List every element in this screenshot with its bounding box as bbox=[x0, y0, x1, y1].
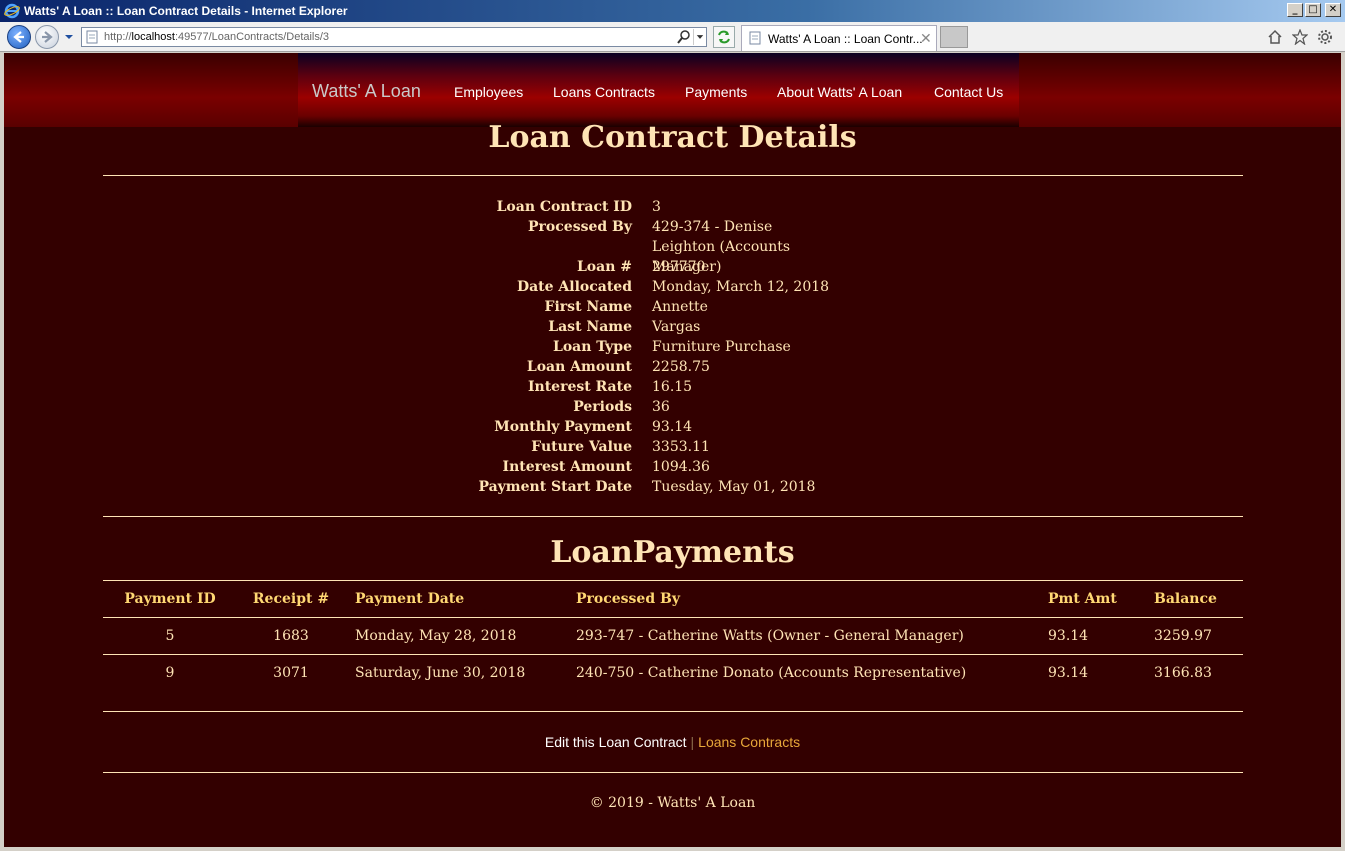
detail-label: Loan Type bbox=[552, 339, 632, 355]
detail-label: Payment Start Date bbox=[478, 479, 632, 495]
forward-button[interactable] bbox=[35, 25, 59, 49]
internet-explorer-icon bbox=[4, 3, 20, 19]
column-header-receipt: Receipt # bbox=[252, 591, 330, 607]
arrow-right-icon bbox=[42, 31, 53, 43]
page-viewport: Watts' A Loan Employees Loans Contracts … bbox=[4, 53, 1341, 847]
search-icon[interactable] bbox=[676, 29, 692, 45]
detail-value: 3353.11 bbox=[652, 439, 710, 455]
detail-label: Monthly Payment bbox=[494, 419, 632, 435]
url-path: :49577/LoanContracts/Details/3 bbox=[174, 31, 330, 43]
detail-label: Interest Amount bbox=[502, 459, 632, 475]
maximize-button[interactable]: □ bbox=[1305, 3, 1321, 17]
tab-title: Watts' A Loan :: Loan Contr... bbox=[768, 32, 923, 46]
window-title: Watts' A Loan :: Loan Contract Details -… bbox=[24, 4, 348, 18]
detail-value: Monday, March 12, 2018 bbox=[652, 279, 830, 295]
refresh-icon bbox=[718, 30, 730, 44]
detail-label: Loan Contract ID bbox=[496, 199, 632, 215]
url-text[interactable]: http://localhost:49577/LoanContracts/Det… bbox=[104, 28, 329, 46]
back-to-list-link[interactable]: Loans Contracts bbox=[698, 734, 800, 750]
brand-link[interactable]: Watts' A Loan bbox=[312, 81, 421, 102]
nav-payments[interactable]: Payments bbox=[685, 84, 747, 100]
edit-contract-link[interactable]: Edit this Loan Contract bbox=[545, 734, 687, 750]
action-links: Edit this Loan Contract | Loans Contracts bbox=[4, 734, 1341, 750]
address-dropdown-icon[interactable] bbox=[693, 29, 706, 45]
nav-loans-contracts[interactable]: Loans Contracts bbox=[553, 84, 655, 100]
detail-value: 3 bbox=[652, 199, 661, 215]
link-separator: | bbox=[690, 734, 695, 750]
url-host: localhost bbox=[131, 31, 175, 43]
browser-toolbar: http://localhost:49577/LoanContracts/Det… bbox=[0, 22, 1345, 52]
detail-value: 297770 bbox=[652, 259, 706, 275]
column-header-payment-id: Payment ID bbox=[124, 591, 216, 607]
page-icon bbox=[86, 30, 98, 44]
table-header-border bbox=[103, 617, 1243, 618]
url-prefix: http:// bbox=[104, 31, 132, 43]
detail-value: 36 bbox=[652, 399, 670, 415]
divider bbox=[103, 516, 1243, 517]
cell-processed-by: 293-747 - Catherine Watts (Owner - Gener… bbox=[576, 628, 964, 644]
favorites-star-icon[interactable] bbox=[1292, 29, 1308, 45]
detail-value: 2258.75 bbox=[652, 359, 710, 375]
detail-label: Date Allocated bbox=[516, 279, 632, 295]
detail-label: Interest Rate bbox=[527, 379, 632, 395]
page-icon bbox=[749, 31, 761, 45]
table-top-border bbox=[103, 580, 1243, 581]
detail-value: Furniture Purchase bbox=[652, 339, 791, 355]
nav-about[interactable]: About Watts' A Loan bbox=[777, 84, 902, 100]
minimize-button[interactable]: _ bbox=[1287, 3, 1303, 17]
nav-contact[interactable]: Contact Us bbox=[934, 84, 1003, 100]
detail-value: 93.14 bbox=[652, 419, 693, 435]
column-header-processed-by: Processed By bbox=[576, 591, 680, 607]
table-row-border bbox=[103, 654, 1243, 655]
detail-value: 1094.36 bbox=[652, 459, 710, 475]
cell-pmt-amt: 93.14 bbox=[1048, 665, 1089, 681]
site-navbar: Watts' A Loan Employees Loans Contracts … bbox=[298, 53, 1019, 127]
cell-balance: 3259.97 bbox=[1154, 628, 1212, 644]
detail-label: Processed By bbox=[528, 219, 632, 235]
tab-close-icon[interactable]: ✕ bbox=[920, 26, 932, 50]
cell-payment-id: 9 bbox=[165, 665, 175, 681]
new-tab-button[interactable] bbox=[940, 26, 968, 48]
detail-label: First Name bbox=[544, 299, 632, 315]
nav-employees[interactable]: Employees bbox=[454, 84, 523, 100]
browser-tab[interactable]: Watts' A Loan :: Loan Contr... ✕ bbox=[741, 25, 937, 51]
address-bar[interactable]: http://localhost:49577/LoanContracts/Det… bbox=[81, 27, 707, 47]
detail-label: Loan Amount bbox=[526, 359, 632, 375]
detail-label: Future Value bbox=[531, 439, 632, 455]
gear-icon[interactable] bbox=[1317, 29, 1333, 45]
column-header-payment-date: Payment Date bbox=[355, 591, 465, 607]
payments-heading: LoanPayments bbox=[550, 535, 795, 570]
close-window-button[interactable]: ✕ bbox=[1325, 3, 1341, 17]
back-button[interactable] bbox=[7, 25, 31, 49]
cell-receipt: 1683 bbox=[273, 628, 309, 644]
detail-label: Last Name bbox=[548, 319, 632, 335]
window-titlebar: Watts' A Loan :: Loan Contract Details -… bbox=[0, 0, 1345, 22]
page-footer: © 2019 - Watts' A Loan bbox=[589, 795, 756, 811]
column-header-pmt-amt: Pmt Amt bbox=[1048, 591, 1117, 607]
divider bbox=[103, 175, 1243, 176]
cell-pmt-amt: 93.14 bbox=[1048, 628, 1089, 644]
cell-payment-date: Saturday, June 30, 2018 bbox=[355, 665, 526, 681]
refresh-button[interactable] bbox=[713, 26, 735, 48]
home-icon[interactable] bbox=[1267, 29, 1283, 45]
detail-value: Annette bbox=[652, 299, 708, 315]
detail-value: Vargas bbox=[652, 319, 701, 335]
page-title: Loan Contract Details bbox=[488, 120, 857, 155]
detail-label: Loan # bbox=[576, 259, 632, 275]
cell-balance: 3166.83 bbox=[1154, 665, 1212, 681]
divider bbox=[103, 711, 1243, 712]
detail-value: 16.15 bbox=[652, 379, 693, 395]
detail-label: Periods bbox=[573, 399, 632, 415]
arrow-left-icon bbox=[13, 31, 24, 43]
cell-payment-date: Monday, May 28, 2018 bbox=[355, 628, 517, 644]
recent-pages-chevron-icon[interactable] bbox=[63, 31, 75, 43]
column-header-balance: Balance bbox=[1154, 591, 1217, 607]
cell-processed-by: 240-750 - Catherine Donato (Accounts Rep… bbox=[576, 665, 967, 681]
detail-value: Tuesday, May 01, 2018 bbox=[652, 479, 816, 495]
cell-payment-id: 5 bbox=[165, 628, 175, 644]
cell-receipt: 3071 bbox=[273, 665, 309, 681]
divider bbox=[103, 772, 1243, 773]
